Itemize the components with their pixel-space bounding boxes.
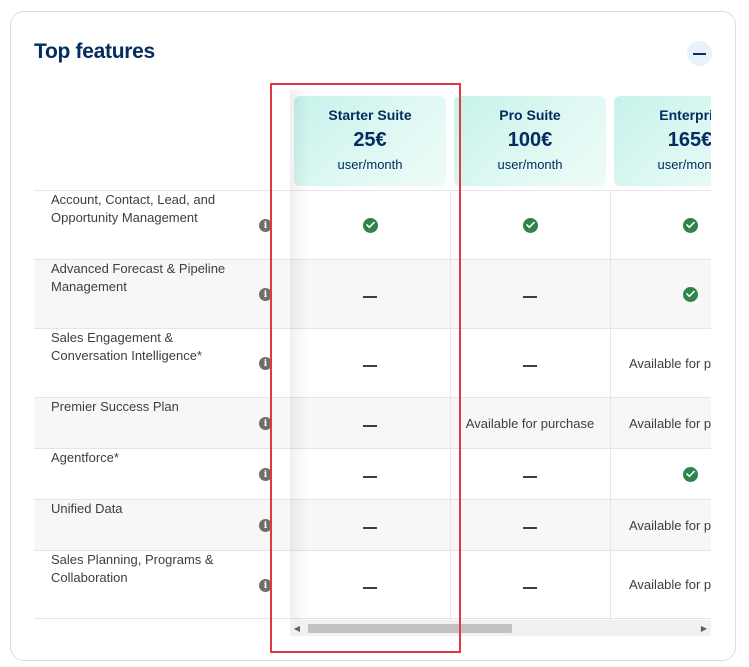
- not-included-dash: [290, 551, 450, 618]
- table-row: Unified Data i Available for pu: [34, 499, 711, 551]
- check-icon: [682, 466, 698, 482]
- not-included-dash: [450, 551, 610, 618]
- feature-label: Advanced Forecast & Pipeline Management: [51, 261, 226, 294]
- cell-text: Available for purchase: [465, 415, 595, 431]
- table-row: Agentforce* i: [34, 448, 711, 500]
- column-divider: [610, 329, 611, 398]
- plan-name: Enterpris: [659, 107, 711, 123]
- column-divider: [610, 551, 611, 620]
- feature-label: Premier Success Plan: [51, 399, 179, 414]
- not-included-dash: [290, 500, 450, 550]
- scroll-right-arrow[interactable]: ▶: [697, 620, 711, 636]
- plan-header-1: Starter Suite 25€ user/month: [294, 96, 446, 186]
- check-icon: [682, 286, 698, 302]
- dash-icon: [363, 425, 377, 427]
- table-row: Advanced Forecast & Pipeline Management i: [34, 259, 711, 329]
- table-row: Premier Success Plan i Available for purch…: [34, 397, 711, 449]
- info-icon[interactable]: i: [259, 579, 272, 592]
- plan-price: 100€: [507, 129, 553, 151]
- table-row: Account, Contact, Lead, and Opportunity …: [34, 190, 711, 260]
- dash-icon: [523, 476, 537, 478]
- column-divider: [610, 191, 611, 260]
- feature-label: Sales Engagement & Conversation Intellig…: [51, 330, 203, 363]
- column-divider: [610, 260, 611, 329]
- check-icon: [362, 217, 378, 233]
- plan-name: Pro Suite: [499, 107, 561, 123]
- cell-text: Available for pu: [629, 517, 711, 533]
- dash-icon: [523, 365, 537, 367]
- included-check-icon: [610, 191, 711, 259]
- info-icon[interactable]: i: [259, 288, 272, 301]
- dash-icon: [523, 296, 537, 298]
- not-included-dash: [450, 260, 610, 328]
- horizontal-scrollbar[interactable]: ◀ ▶: [290, 620, 711, 636]
- included-check-icon: [610, 260, 711, 328]
- dash-icon: [363, 586, 377, 589]
- not-included-dash: [290, 398, 450, 448]
- scroll-left-arrow[interactable]: ◀: [290, 620, 304, 636]
- plan-header-2: Pro Suite 100€ user/month: [454, 96, 606, 186]
- not-included-dash: [450, 500, 610, 550]
- not-included-dash: [450, 329, 610, 397]
- column-divider: [450, 551, 451, 620]
- column-divider: [450, 191, 451, 260]
- cell-text: Available for pu: [629, 415, 711, 431]
- scrollbar-thumb[interactable]: [308, 624, 512, 633]
- check-icon: [682, 217, 698, 233]
- not-included-dash: [450, 449, 610, 499]
- dash-icon: [363, 527, 377, 529]
- dash-icon: [363, 476, 377, 478]
- column-divider: [450, 329, 451, 398]
- comparison-table: Starter Suite 25€ user/month Pro Suite 100€ u…: [34, 90, 711, 620]
- plan-unit: user/month: [657, 157, 711, 172]
- feature-label: Account, Contact, Lead, and Opportunity …: [51, 192, 216, 225]
- plan-price: 25€: [353, 129, 387, 151]
- table-row: Sales Engagement & Conversation Intellig…: [34, 328, 711, 398]
- minus-icon: [693, 52, 706, 55]
- collapse-button[interactable]: [687, 41, 712, 66]
- plan-header-3: Enterpris 165€ user/month: [614, 96, 711, 186]
- column-divider: [450, 398, 451, 449]
- info-icon[interactable]: i: [259, 357, 272, 370]
- column-divider: [450, 500, 451, 551]
- info-icon[interactable]: i: [259, 519, 272, 532]
- plan-price: 165€: [667, 129, 711, 151]
- column-divider: [450, 449, 451, 500]
- plan-unit: user/month: [337, 157, 403, 172]
- info-icon[interactable]: i: [259, 468, 272, 481]
- dash-icon: [363, 296, 377, 298]
- column-divider: [610, 398, 611, 449]
- included-check-icon: [610, 449, 711, 499]
- column-divider: [450, 260, 451, 329]
- dash-icon: [523, 527, 537, 529]
- included-check-icon: [290, 191, 450, 259]
- column-divider: [610, 449, 611, 500]
- feature-label: Agentforce*: [51, 450, 119, 465]
- included-check-icon: [450, 191, 610, 259]
- cell-text: Available for pu: [629, 577, 711, 592]
- dash-icon: [363, 365, 377, 367]
- check-icon: [522, 217, 538, 233]
- not-included-dash: [290, 329, 450, 397]
- info-icon[interactable]: i: [259, 417, 272, 430]
- plan-unit: user/month: [497, 157, 563, 172]
- info-icon[interactable]: i: [259, 219, 272, 232]
- plan-name: Starter Suite: [328, 107, 412, 123]
- column-divider: [610, 500, 611, 551]
- not-included-dash: [290, 260, 450, 328]
- not-included-dash: [290, 449, 450, 499]
- table-row: Sales Planning, Programs & Collaboration…: [34, 550, 711, 620]
- cell-text: Available for pu: [629, 355, 711, 371]
- feature-label: Unified Data: [51, 501, 123, 516]
- section-title: Top features: [34, 40, 155, 63]
- feature-label: Sales Planning, Programs & Collaboration: [51, 552, 214, 585]
- dash-icon: [523, 586, 537, 589]
